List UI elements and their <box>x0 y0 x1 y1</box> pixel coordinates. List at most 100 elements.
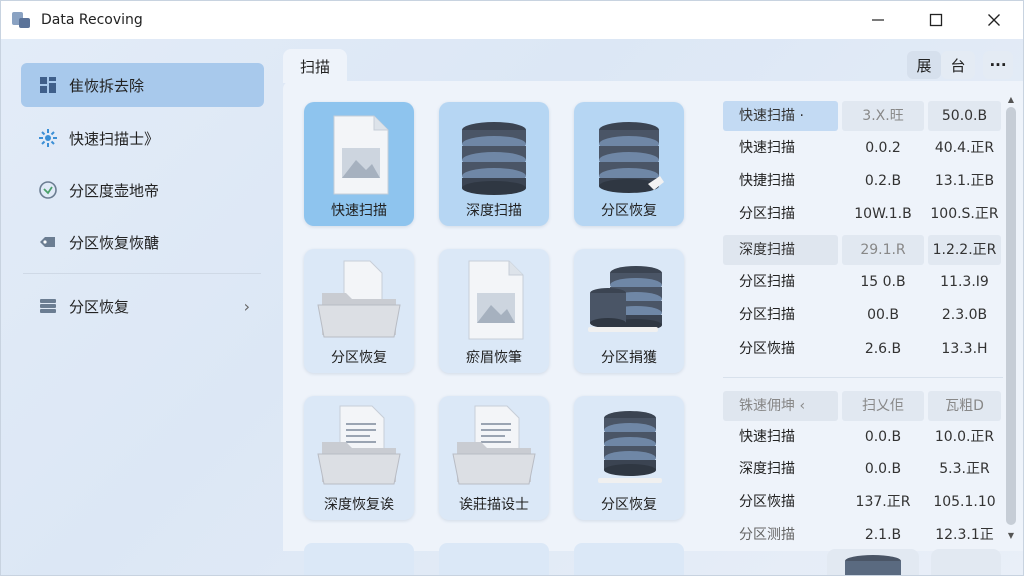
sidebar-item-home[interactable]: 隹恢拆去除 <box>21 63 264 107</box>
toolbar-button-platform[interactable]: 台 <box>941 51 975 79</box>
table-cell: 分区扫描 <box>739 206 795 222</box>
tile-partition-donate[interactable]: 分区捐獲 <box>574 249 684 373</box>
sidebar-item-label: 分区恢复恢醣 <box>69 233 160 252</box>
table-cell: 13.1.正B <box>934 173 995 189</box>
table-cell: 12.3.1正 <box>935 527 994 543</box>
image-file-icon <box>333 115 389 195</box>
table-row[interactable]: 深度扫描 0.0.B 5.3.正R <box>723 454 1005 484</box>
sidebar-item-partition-restore[interactable]: 分区恢复恢醣 <box>21 220 264 264</box>
tile-peek[interactable] <box>304 543 414 575</box>
table-row[interactable]: 分区测描 2.1.B 12.3.1正 <box>723 520 1005 550</box>
table-cell: 2.1.B <box>864 527 902 543</box>
table-cell: 00.B <box>867 307 899 323</box>
drive-icon <box>37 295 59 317</box>
table-cell: 快速扫描 <box>739 429 795 445</box>
document-folder-icon <box>317 405 401 485</box>
sidebar-item-partition-recovery[interactable]: 分区恢复 › <box>21 284 264 328</box>
table-cell: 分区恢描 <box>739 494 795 510</box>
scan-icon <box>37 127 59 149</box>
table-cell: 快捷扫描 <box>739 173 795 189</box>
table-cell: 40.4.正R <box>934 140 995 156</box>
table-header-cell: 3.X.旺 <box>842 101 924 131</box>
chevron-right-icon: › <box>243 296 250 316</box>
table-cell: 0.2.B <box>864 173 902 189</box>
table-row[interactable]: 快捷扫描 0.2.B 13.1.正B <box>723 166 1005 196</box>
table-cell: 分区恢描 <box>739 341 795 357</box>
tile-peek[interactable] <box>574 543 684 575</box>
table-row[interactable]: 分区恢描 137.正R 105.1.10 <box>723 487 1005 517</box>
tile-label: 分区恢复 <box>331 350 387 366</box>
tile-label: 分区恢复 <box>601 203 657 219</box>
table-cell: 15 0.B <box>860 274 906 290</box>
tab-scan[interactable]: 扫描 <box>283 49 347 83</box>
tile-peek[interactable] <box>931 549 1001 575</box>
tile-partition-restore[interactable]: 分区恢复 <box>304 249 414 373</box>
minimize-button[interactable] <box>849 1 907 39</box>
tile-scan-settings[interactable]: 诶莊描设士 <box>439 396 549 520</box>
table-header-cell: 29.1.R <box>842 235 924 265</box>
table-header-cell: 扫乂佢 <box>842 391 924 421</box>
tile-quick-scan[interactable]: 快速扫描 <box>304 102 414 226</box>
tile-label: 深度恢复诶 <box>324 497 394 513</box>
close-icon <box>988 14 1000 26</box>
tile-peek[interactable] <box>439 543 549 575</box>
table-cell: 快速扫描 <box>739 140 795 156</box>
table-row[interactable]: 分区扫描 00.B 2.3.0B <box>723 300 1005 330</box>
maximize-icon <box>929 13 943 27</box>
tile-deep-restore[interactable]: 深度恢复诶 <box>304 396 414 520</box>
tile-file-recovery[interactable]: 瘀眉恢筆 <box>439 249 549 373</box>
table-row[interactable]: 快速扫描 0.0.2 40.4.正R <box>723 133 1005 163</box>
database-icon <box>462 122 526 195</box>
title-bar: Data Recoving <box>1 1 1023 39</box>
sidebar-item-quick-scan[interactable]: 快速扫描士》 <box>21 116 264 160</box>
maximize-button[interactable] <box>907 1 965 39</box>
document-folder-icon <box>452 405 536 485</box>
table-cell: 0.0.B <box>864 461 902 477</box>
shield-icon <box>37 179 59 201</box>
tile-peek[interactable] <box>827 549 919 575</box>
tile-label: 快速扫描 <box>331 203 387 219</box>
table-row[interactable]: 分区恢描 2.6.B 13.3.H <box>723 334 1005 364</box>
scroll-down-icon[interactable]: ▼ <box>1005 531 1017 540</box>
tile-deep-scan[interactable]: 深度扫描 <box>439 102 549 226</box>
tile-partition-recovery[interactable]: 分区恢复 <box>574 102 684 226</box>
toolbar-button-expand[interactable]: 展 <box>907 51 941 79</box>
table-header-cell: 瓦粗D <box>928 391 1001 421</box>
table-cell: 100.S.正R <box>930 206 999 222</box>
tile-partition-recovery-2[interactable]: 分区恢复 <box>574 396 684 520</box>
table-cell: 分区扫描 <box>739 307 795 323</box>
table-cell: 分区扫描 <box>739 274 795 290</box>
table-header-cell: 1.2.2.正R <box>928 235 1001 265</box>
table-header-cell: 深度扫描 <box>723 235 838 265</box>
scroll-up-icon[interactable]: ▲ <box>1005 95 1017 104</box>
table-row[interactable]: 快速扫描 0.0.B 10.0.正R <box>723 422 1005 452</box>
tile-label: 深度扫描 <box>466 203 522 219</box>
table-divider <box>723 377 1003 378</box>
tile-label: 分区捐獲 <box>601 350 657 366</box>
tile-label: 分区恢复 <box>601 497 657 513</box>
close-button[interactable] <box>965 1 1023 39</box>
database-icon <box>588 266 662 332</box>
sidebar-divider <box>23 273 261 274</box>
scrollbar-thumb[interactable] <box>1006 107 1016 525</box>
table-cell: 深度扫描 <box>739 461 795 477</box>
sidebar-item-partition-scan[interactable]: 分区度壶地帝 <box>21 168 264 212</box>
table-cell: 137.正R <box>855 494 911 510</box>
image-file-icon <box>468 260 524 340</box>
app-window: Data Recoving 隹恢拆去除 快速扫描士》 分区度壶地帝 分区恢复恢醣… <box>0 0 1024 576</box>
table-cell: 10W.1.B <box>854 206 912 222</box>
table-row[interactable]: 分区扫描 15 0.B 11.3.I9 <box>723 267 1005 297</box>
sidebar-item-label: 分区度壶地帝 <box>69 181 160 200</box>
table-row[interactable]: 分区扫描 10W.1.B 100.S.正R <box>723 199 1005 229</box>
table-cell: 0.0.B <box>864 429 902 445</box>
more-options-button[interactable]: ··· <box>983 51 1013 79</box>
table-header-cell: 50.0.B <box>928 101 1001 131</box>
database-icon <box>598 411 662 483</box>
table-header-row[interactable]: 快速扫描 · 3.X.旺 50.0.B <box>723 101 1005 131</box>
table-header-row[interactable]: 铢速佣坤 ‹ 扫乂佢 瓦粗D <box>723 391 1005 421</box>
table-header-row[interactable]: 深度扫描 29.1.R 1.2.2.正R <box>723 235 1005 265</box>
vertical-scrollbar[interactable]: ▲ ▼ <box>1005 95 1017 546</box>
tile-label: 诶莊描设士 <box>459 497 529 513</box>
database-icon <box>845 555 901 575</box>
table-cell: 105.1.10 <box>933 494 996 510</box>
